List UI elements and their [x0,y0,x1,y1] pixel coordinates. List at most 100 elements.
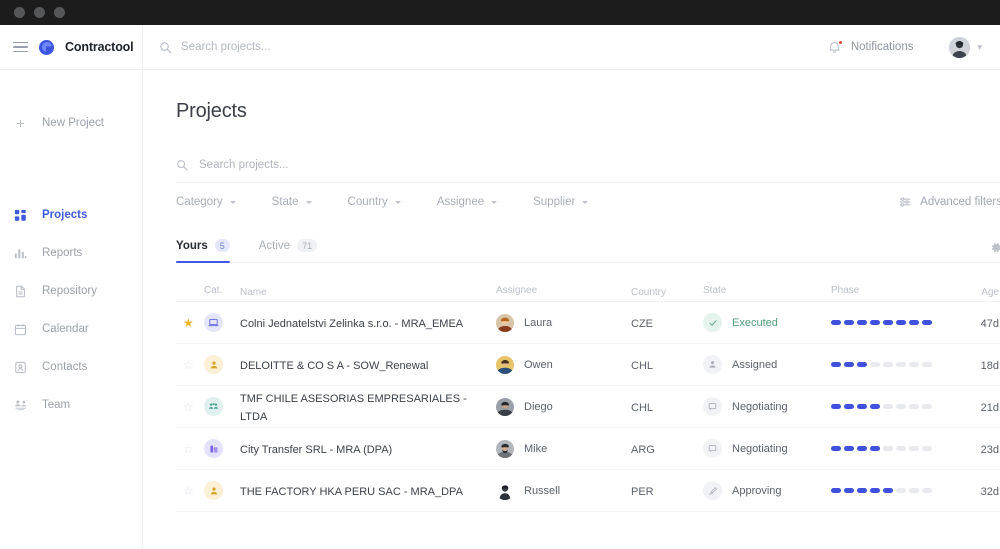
notifications-button[interactable]: Notifications [828,39,914,55]
country-code: CHL [631,359,654,372]
projects-table: Cat. Name Assignee Country State Phase A… [176,280,1000,512]
favorite-star-icon[interactable]: ☆ [183,485,194,497]
window-maximize-button[interactable] [54,7,65,18]
sidebar-item-label: Reports [42,247,83,259]
sidebar-item-contacts[interactable]: Contacts [0,348,142,386]
filter-state[interactable]: State [272,196,312,208]
filter-label: Country [347,196,388,208]
person-icon [703,355,722,374]
sidebar-nav: Projects Reports Repository Calendar Con… [0,196,142,424]
project-name: TMF CHILE ASESORIAS EMPRESARIALES - LTDA [240,392,467,423]
sidebar-brand-row: Contractool [0,25,142,70]
column-header-state: State [703,285,727,296]
new-project-label: New Project [42,117,104,129]
favorite-star-icon[interactable]: ☆ [183,401,194,413]
table-header-row: Cat. Name Assignee Country State Phase A… [176,280,1000,302]
tab-count-badge: 5 [214,239,230,252]
favorite-star-icon[interactable]: ☆ [183,443,194,455]
assignee-name: Diego [524,400,553,413]
filter-label: Supplier [533,196,576,208]
window-minimize-button[interactable] [34,7,45,18]
main-area: Search projects... Notifications ▾ Proje… [143,25,1000,549]
country-code: CZE [631,317,653,330]
project-name: Colni Jednatelstvi Zelinka s.r.o. - MRA_… [240,317,464,330]
filter-category[interactable]: Category [176,196,236,208]
gear-icon [991,242,1000,253]
assignee-name: Russell [524,484,561,497]
bar-chart-icon [13,246,28,261]
project-name: THE FACTORY HKA PERU SAC - MRA_DPA [240,485,463,498]
sidebar-item-label: Contacts [42,361,88,373]
folder-icon [204,439,223,458]
chevron-down-icon [394,200,401,204]
contact-icon [13,360,28,375]
filter-country[interactable]: Country [348,196,401,208]
age-value: 23d [980,443,999,456]
sidebar-item-projects[interactable]: Projects [0,196,142,234]
advanced-filters-label: Advanced filters [920,196,1000,208]
sidebar-item-reports[interactable]: Reports [0,234,142,272]
table-row[interactable]: ☆ City Transfer SRL - MRA (DPA) Mike ARG… [176,428,1000,470]
assignee-name: Laura [524,316,553,329]
contractool-logo-icon [39,39,54,55]
filter-supplier[interactable]: Supplier [533,196,589,208]
sidebar-item-label: Team [42,399,71,411]
search-icon [176,159,188,171]
tab-active[interactable]: Active 71 [258,239,318,262]
table-row[interactable]: ★ Colni Jednatelstvi Zelinka s.r.o. - MR… [176,302,1000,344]
advanced-filters-button[interactable]: Advanced filters [899,196,1000,208]
avatar [496,313,514,332]
column-header-assignee: Assignee [496,285,538,296]
person-badge-icon [204,481,223,500]
user-menu[interactable]: ▾ [949,36,982,58]
chevron-down-icon [305,200,312,204]
state-label: Approving [732,484,782,497]
global-search-placeholder: Search projects... [181,41,271,53]
sidebar-item-repository[interactable]: Repository [0,272,142,310]
table-settings-button[interactable] [991,242,1000,262]
age-value: 47d [980,317,999,330]
assignee-name: Mike [524,442,548,455]
topbar: Search projects... Notifications ▾ [143,25,1000,70]
notifications-label: Notifications [850,41,914,53]
filter-assignee[interactable]: Assignee [436,196,498,208]
global-search[interactable]: Search projects... [159,41,818,54]
favorite-star-icon[interactable]: ☆ [183,359,194,371]
sidebar-item-team[interactable]: Team [0,386,142,424]
projects-search-input[interactable]: Search projects... [176,159,1000,183]
laptop-icon [204,313,223,332]
sidebar-item-label: Repository [42,285,97,297]
table-row[interactable]: ☆ DELOITTE & CO S A - SOW_Renewal Owen C… [176,344,1000,386]
sidebar-item-calendar[interactable]: Calendar [0,310,142,348]
tab-yours[interactable]: Yours 5 [176,239,230,263]
column-header-age: Age [981,286,999,298]
phase-progress [831,446,956,451]
sidebar: Contractool + New Project Projects Repor… [0,25,143,549]
assignee-name: Owen [524,358,553,371]
window-close-button[interactable] [14,7,25,18]
chevron-down-icon [582,200,589,204]
chevron-down-icon: ▾ [977,41,982,52]
age-value: 21d [980,401,999,414]
state-label: Executed [732,316,778,329]
window-titlebar [0,0,1000,25]
hamburger-menu-icon[interactable] [13,41,28,53]
new-project-button[interactable]: + New Project [0,102,142,144]
sidebar-item-label: Calendar [42,323,89,335]
avatar [949,36,971,58]
page-title: Projects [176,100,247,122]
chat-icon [703,397,722,416]
calendar-icon [13,322,28,337]
tabs-row: Yours 5 Active 71 [176,239,1000,263]
plus-icon: + [16,115,25,131]
page-content: Projects Search projects... Category Sta… [143,70,1000,549]
favorite-star-icon[interactable]: ★ [183,317,194,329]
check-icon [703,313,722,332]
age-value: 32d [980,485,999,498]
tab-count-badge: 71 [297,239,318,252]
table-row[interactable]: ☆ THE FACTORY HKA PERU SAC - MRA_DPA Rus… [176,470,1000,512]
filter-label: Assignee [436,196,485,208]
team-icon [13,398,28,413]
tab-label: Active [258,239,291,252]
table-row[interactable]: ☆ TMF CHILE ASESORIAS EMPRESARIALES - LT… [176,386,1000,428]
